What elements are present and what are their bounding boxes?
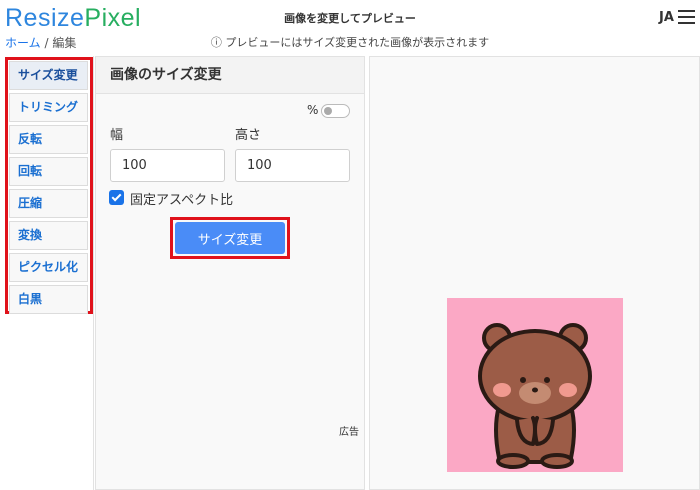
sidebar-item-rotate[interactable]: 回転 bbox=[9, 157, 88, 186]
preview-area bbox=[369, 56, 700, 490]
page-title: 画像を変更してプレビュー bbox=[284, 12, 416, 25]
height-label: 高さ bbox=[235, 128, 262, 143]
sidebar-item-resize[interactable]: サイズ変更 bbox=[9, 61, 88, 90]
sidebar-item-pixelate[interactable]: ピクセル化 bbox=[9, 253, 88, 282]
panel-title: 画像のサイズ変更 bbox=[96, 57, 364, 94]
breadcrumb: ホーム / 編集 bbox=[5, 34, 76, 51]
aspect-ratio-label: 固定アスペクト比 bbox=[130, 193, 234, 208]
language-selector[interactable]: JA bbox=[659, 10, 674, 25]
width-label: 幅 bbox=[110, 128, 124, 143]
sidebar: サイズ変更 トリミング 反転 回転 圧縮 変換 ピクセル化 白黒 bbox=[0, 56, 94, 490]
height-input[interactable] bbox=[235, 149, 350, 182]
sidebar-item-grayscale[interactable]: 白黒 bbox=[9, 285, 88, 314]
sidebar-item-compress[interactable]: 圧縮 bbox=[9, 189, 88, 218]
info-icon: ⓘ bbox=[210, 36, 222, 49]
resize-panel: 画像のサイズ変更 % 幅 高さ 固定アスペクト比 サイズ変更 広告 bbox=[95, 56, 365, 490]
breadcrumb-current: 編集 bbox=[52, 36, 77, 50]
width-input[interactable] bbox=[110, 149, 225, 182]
bear-illustration bbox=[478, 323, 592, 469]
breadcrumb-separator: / bbox=[44, 36, 49, 50]
preview-image bbox=[447, 298, 623, 472]
sidebar-item-convert[interactable]: 変換 bbox=[9, 221, 88, 250]
breadcrumb-home-link[interactable]: ホーム bbox=[5, 36, 41, 50]
percent-toggle[interactable] bbox=[321, 104, 350, 118]
sidebar-item-flip[interactable]: 反転 bbox=[9, 125, 88, 154]
sidebar-item-trim[interactable]: トリミング bbox=[9, 93, 88, 122]
info-text: プレビューにはサイズ変更された画像が表示されます bbox=[225, 36, 490, 49]
ad-label: 広告 bbox=[339, 427, 359, 438]
percent-label: % bbox=[307, 103, 319, 117]
logo[interactable]: ResizePixel bbox=[5, 4, 141, 32]
resize-button[interactable]: サイズ変更 bbox=[175, 222, 285, 254]
aspect-ratio-checkbox[interactable] bbox=[109, 190, 124, 205]
toggle-knob-icon bbox=[324, 107, 332, 115]
top-bar: ResizePixel ホーム / 編集 画像を変更してプレビュー ⓘ プレビュ… bbox=[0, 0, 700, 56]
preview-info: ⓘ プレビューにはサイズ変更された画像が表示されます bbox=[0, 34, 700, 50]
hamburger-menu-icon[interactable] bbox=[678, 10, 695, 24]
